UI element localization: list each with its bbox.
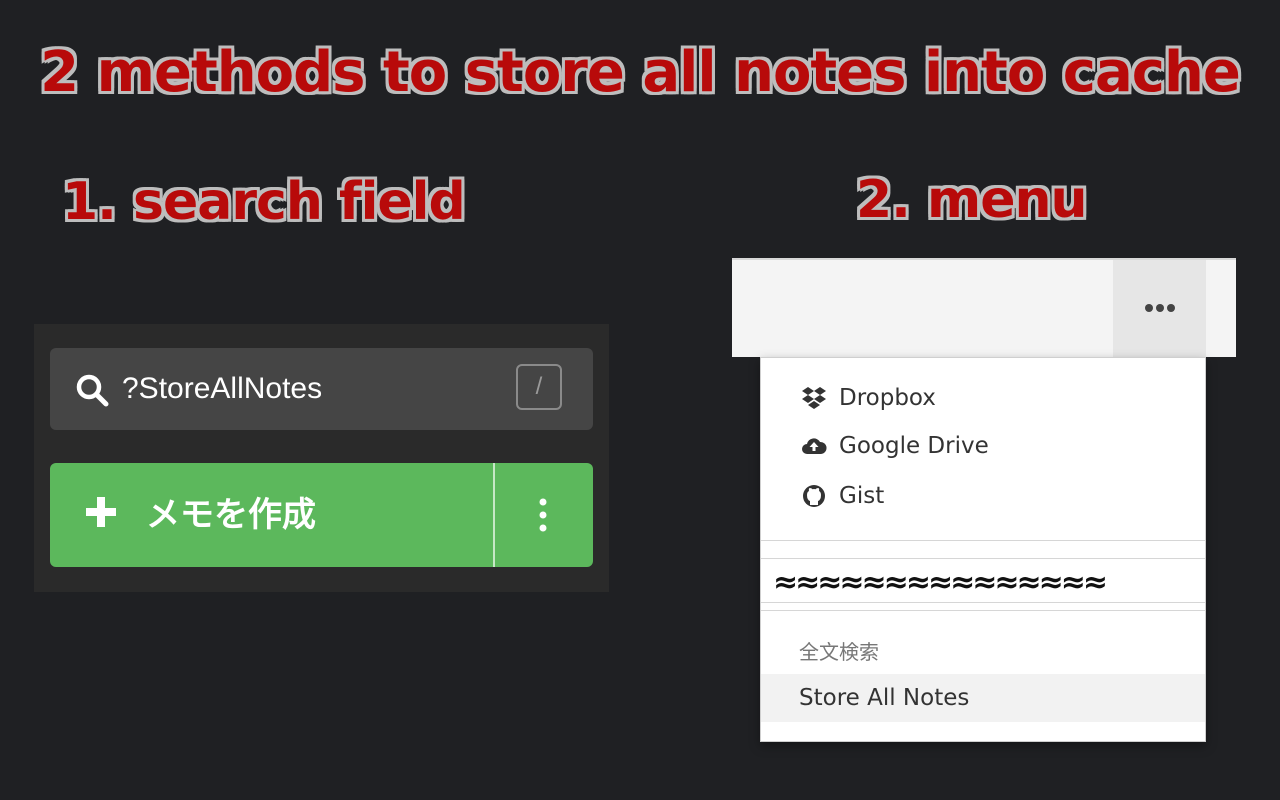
plus-icon <box>86 497 116 527</box>
menu-divider <box>761 540 1205 541</box>
github-icon <box>803 485 825 507</box>
dropdown-menu: Dropbox Google Drive Gist ≈≈≈≈≈≈≈≈≈≈≈≈≈≈… <box>760 357 1206 742</box>
search-input-value: ?StoreAllNotes <box>122 372 323 405</box>
menu-item-label: Gist <box>839 483 885 509</box>
create-note-button[interactable]: メモを作成 <box>50 463 593 567</box>
kebab-menu-icon[interactable] <box>528 495 558 535</box>
search-input[interactable]: ?StoreAllNotes / <box>50 348 593 430</box>
button-divider <box>493 463 495 567</box>
menu-item-label: Store All Notes <box>799 685 970 711</box>
method1-heading: 1. search field <box>62 172 466 232</box>
menu-item-label: Google Drive <box>839 433 989 459</box>
method2-heading: 2. menu <box>856 170 1088 230</box>
menu-divider <box>761 610 1205 611</box>
omitted-items-marker: ≈≈≈≈≈≈≈≈≈≈≈≈≈≈≈ <box>773 566 1108 600</box>
more-dots-icon <box>1145 304 1175 312</box>
menu-divider <box>761 558 1205 559</box>
menu-section-header: 全文検索 <box>799 640 879 664</box>
menu-divider <box>761 602 1205 603</box>
cloud-upload-icon <box>802 438 827 454</box>
menu-item-label: Dropbox <box>839 385 936 411</box>
menu-toolbar <box>732 258 1236 357</box>
more-options-button[interactable] <box>1113 260 1206 357</box>
menu-item-store-all-notes[interactable]: Store All Notes <box>761 674 1205 722</box>
menu-item-google-drive[interactable]: Google Drive <box>801 426 989 466</box>
search-icon <box>76 374 109 407</box>
page-title: 2 methods to store all notes into cache <box>40 40 1241 105</box>
create-note-label: メモを作成 <box>146 495 316 535</box>
menu-item-dropbox[interactable]: Dropbox <box>801 378 936 418</box>
search-panel: ?StoreAllNotes / メモを作成 <box>34 324 609 592</box>
search-shortcut-badge: / <box>516 364 562 410</box>
menu-item-gist[interactable]: Gist <box>801 476 884 516</box>
dropbox-icon <box>802 387 826 409</box>
